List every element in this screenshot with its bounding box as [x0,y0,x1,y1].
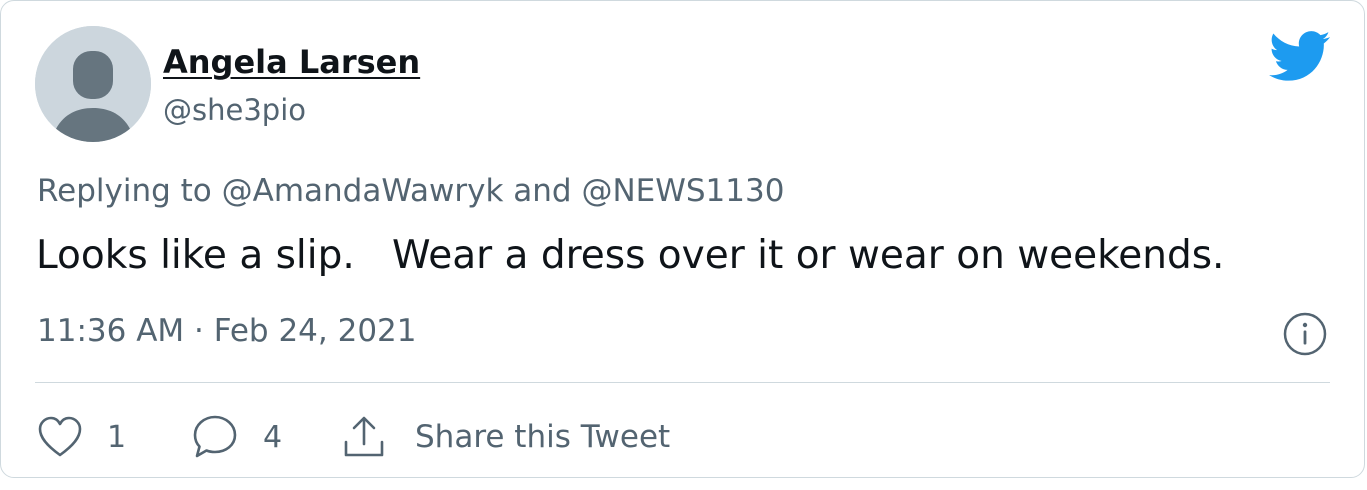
default-avatar-icon [35,26,151,142]
share-upload-icon [344,416,384,457]
avatar[interactable] [35,26,151,142]
reply-button[interactable]: 4 [191,411,282,463]
tweet-text: Looks like a slip. Wear a dress over it … [36,233,1225,278]
share-label: Share this Tweet [415,419,671,455]
mention-link-amandawawryk[interactable]: @AmandaWawryk [222,173,504,209]
twitter-bird-icon[interactable] [1269,31,1331,83]
tweet-timestamp[interactable]: 11:36 AM · Feb 24, 2021 [37,313,417,349]
replying-to-line: Replying to @AmandaWawryk and @NEWS1130 [37,173,784,209]
replying-conjunction: and [503,173,582,209]
tweet-card: Angela Larsen @she3pio Replying to @Aman… [0,0,1365,478]
author-name[interactable]: Angela Larsen [163,43,420,81]
author-handle[interactable]: @she3pio [163,93,306,127]
info-icon[interactable] [1281,310,1329,358]
divider [35,382,1330,383]
share-button[interactable]: Share this Tweet [341,411,670,463]
like-count: 1 [107,419,127,455]
heart-icon [38,416,82,457]
replying-prefix: Replying to [37,173,222,209]
mention-link-news1130[interactable]: @NEWS1130 [581,173,784,209]
like-button[interactable]: 1 [37,411,126,463]
reply-count: 4 [263,419,283,455]
speech-bubble-icon [193,415,237,458]
